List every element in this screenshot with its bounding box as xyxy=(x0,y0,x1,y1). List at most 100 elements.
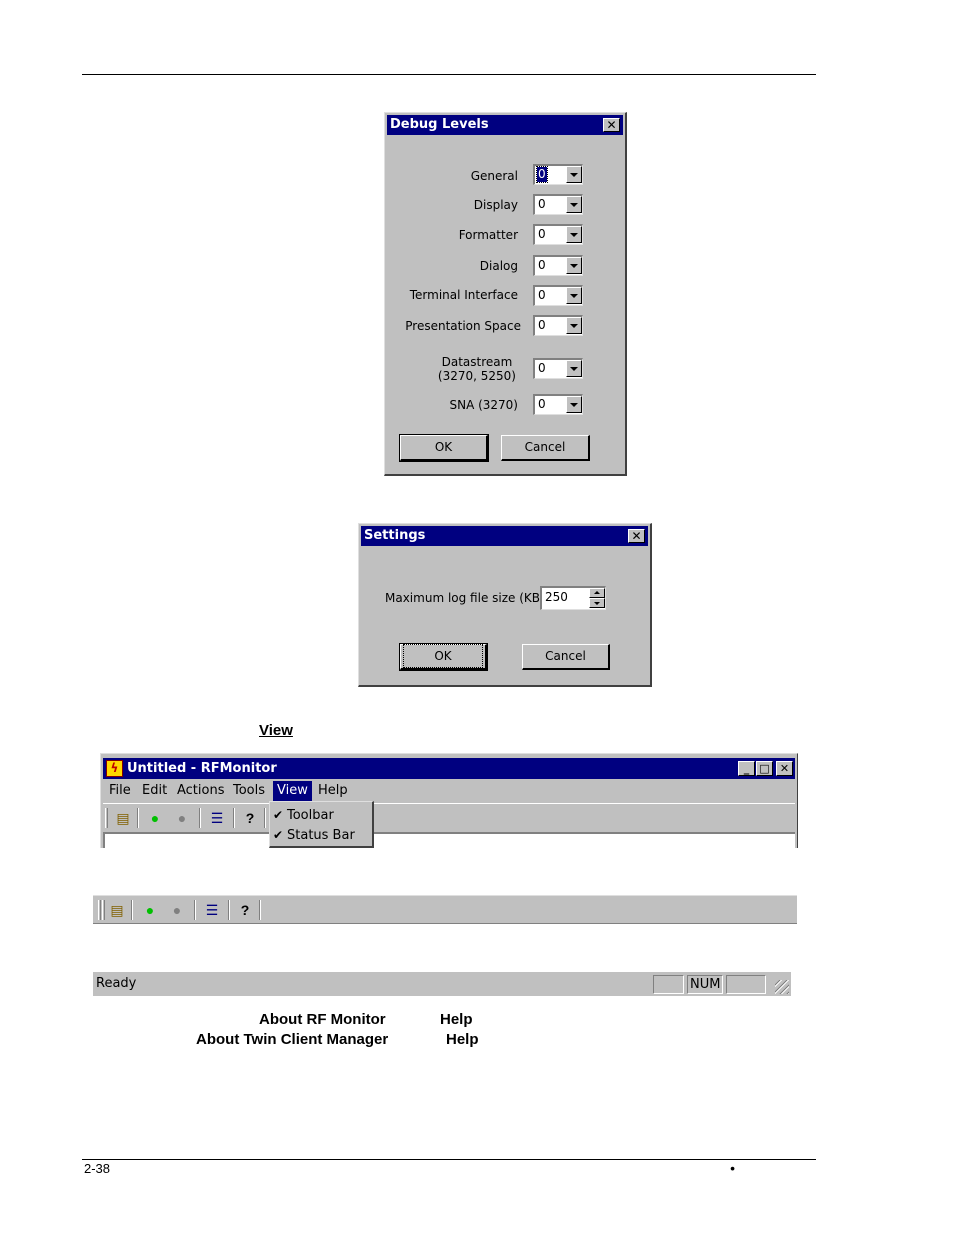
lightning-icon: ϟ xyxy=(106,760,123,777)
formatter-label: Formatter xyxy=(458,228,518,242)
terminal-interface-level-value: 0 xyxy=(538,288,546,302)
rfmonitor-titlebar: ϟ Untitled - RFMonitor _ □ ✕ xyxy=(103,758,795,779)
menu-item-toolbar-label: Toolbar xyxy=(287,808,334,823)
menu-file[interactable]: File xyxy=(105,781,135,801)
debug-dialog-title: Debug Levels xyxy=(390,117,489,132)
green-dot-icon[interactable]: ● xyxy=(146,809,164,827)
chevron-down-icon[interactable] xyxy=(566,166,582,183)
menu-item-status-bar[interactable]: ✔ Status Bar xyxy=(273,825,355,845)
resize-grip-icon[interactable] xyxy=(775,980,789,994)
settings-dialog: Settings ✕ Maximum log file size (KB) : … xyxy=(358,523,652,687)
close-icon[interactable]: ✕ xyxy=(603,118,620,132)
datastream-level-value: 0 xyxy=(538,361,546,375)
log-lines-icon[interactable]: ☰ xyxy=(208,809,226,827)
sna-level-select[interactable]: 0 xyxy=(533,394,583,415)
toolbar-separator xyxy=(137,808,139,828)
terminal-icon[interactable]: ▤ xyxy=(108,901,126,919)
spin-down-icon[interactable] xyxy=(589,598,605,608)
minimize-icon[interactable]: _ xyxy=(738,761,755,776)
toolbar-example: ▤ ● ● ☰ ? xyxy=(93,895,797,924)
cancel-button[interactable]: Cancel xyxy=(501,435,590,461)
toolbar-separator xyxy=(233,808,235,828)
menu-tools[interactable]: Tools xyxy=(229,781,269,801)
chevron-down-icon[interactable] xyxy=(566,257,582,274)
menu-help[interactable]: Help xyxy=(314,781,352,801)
status-text: Ready xyxy=(96,976,137,991)
menu-item-status-bar-label: Status Bar xyxy=(287,828,355,843)
cancel-button[interactable]: Cancel xyxy=(522,644,610,670)
formatter-level-value: 0 xyxy=(538,227,546,241)
rfmonitor-window: ϟ Untitled - RFMonitor _ □ ✕ File Edit A… xyxy=(100,753,798,848)
debug-levels-dialog: Debug Levels ✕ General 0 Display 0 Forma… xyxy=(384,112,627,476)
maximize-icon[interactable]: □ xyxy=(756,761,773,776)
chevron-down-icon[interactable] xyxy=(566,226,582,243)
toolbar: ▤ ● ● ☰ ? xyxy=(103,803,795,833)
help-text-2: Help xyxy=(446,1031,479,1048)
general-level-value: 0 xyxy=(536,166,548,183)
max-log-size-value: 250 xyxy=(545,590,568,604)
view-word: View xyxy=(259,722,293,739)
debug-dialog-titlebar: Debug Levels ✕ xyxy=(387,115,623,135)
about-rf-monitor-text: About RF Monitor xyxy=(259,1011,386,1028)
datastream-label: Datastream (3270, 5250) xyxy=(438,355,516,383)
max-log-size-spinner[interactable]: 250 xyxy=(540,586,606,610)
toolbar-grip xyxy=(102,900,105,920)
ok-button[interactable]: OK xyxy=(399,643,488,671)
presentation-space-level-value: 0 xyxy=(538,318,546,332)
close-icon[interactable]: ✕ xyxy=(628,529,645,543)
page-number: 2-38 xyxy=(84,1161,111,1176)
help-text-1: Help xyxy=(440,1011,473,1028)
log-lines-icon[interactable]: ☰ xyxy=(203,901,221,919)
menu-edit[interactable]: Edit xyxy=(138,781,171,801)
checkmark-icon: ✔ xyxy=(273,828,284,842)
terminal-interface-label: Terminal Interface xyxy=(409,288,518,302)
toolbar-separator xyxy=(131,900,133,920)
footer-rule xyxy=(82,1159,816,1160)
footer-bullet: • xyxy=(730,1160,735,1176)
datastream-label-line1: Datastream xyxy=(441,355,513,369)
toolbar-grip[interactable] xyxy=(105,808,108,828)
window-title: Untitled - RFMonitor xyxy=(127,761,277,776)
terminal-icon[interactable]: ▤ xyxy=(114,809,132,827)
chevron-down-icon[interactable] xyxy=(566,396,582,413)
toolbar-separator xyxy=(228,900,230,920)
chevron-down-icon[interactable] xyxy=(566,196,582,213)
display-level-value: 0 xyxy=(538,197,546,211)
help-question-icon[interactable]: ? xyxy=(241,809,259,827)
formatter-level-select[interactable]: 0 xyxy=(533,224,583,245)
chevron-down-icon[interactable] xyxy=(566,360,582,377)
about-twin-client-text: About Twin Client Manager xyxy=(196,1031,389,1048)
chevron-down-icon[interactable] xyxy=(566,317,582,334)
ok-button[interactable]: OK xyxy=(399,434,489,462)
gray-dot-icon[interactable]: ● xyxy=(173,809,191,827)
toolbar-grip[interactable] xyxy=(98,900,101,920)
terminal-interface-level-select[interactable]: 0 xyxy=(533,285,583,306)
display-label: Display xyxy=(473,198,518,212)
datastream-label-line2: (3270, 5250) xyxy=(437,369,516,383)
dialog-level-value: 0 xyxy=(538,258,546,272)
close-icon[interactable]: ✕ xyxy=(776,761,793,776)
settings-dialog-titlebar: Settings ✕ xyxy=(361,526,648,546)
green-dot-icon[interactable]: ● xyxy=(141,901,159,919)
general-level-select[interactable]: 0 xyxy=(533,164,583,185)
max-log-size-label: Maximum log file size (KB) : xyxy=(385,591,553,605)
dialog-level-select[interactable]: 0 xyxy=(533,255,583,276)
display-level-select[interactable]: 0 xyxy=(533,194,583,215)
menu-view[interactable]: View xyxy=(273,781,312,801)
toolbar-separator xyxy=(194,900,196,920)
status-bar: Ready NUM xyxy=(93,971,791,996)
chevron-down-icon[interactable] xyxy=(566,287,582,304)
menu-actions[interactable]: Actions xyxy=(173,781,229,801)
datastream-level-select[interactable]: 0 xyxy=(533,358,583,379)
presentation-space-label: Presentation Space xyxy=(405,319,521,333)
gray-dot-icon[interactable]: ● xyxy=(168,901,186,919)
help-question-icon[interactable]: ? xyxy=(236,901,254,919)
toolbar-separator xyxy=(199,808,201,828)
dialog-label: Dialog xyxy=(479,259,518,273)
status-panel-scroll xyxy=(726,975,766,994)
presentation-space-level-select[interactable]: 0 xyxy=(533,315,583,336)
spin-up-icon[interactable] xyxy=(589,588,605,598)
settings-dialog-title: Settings xyxy=(364,528,426,543)
menu-item-toolbar[interactable]: ✔ Toolbar xyxy=(273,805,334,825)
header-rule xyxy=(82,74,816,75)
